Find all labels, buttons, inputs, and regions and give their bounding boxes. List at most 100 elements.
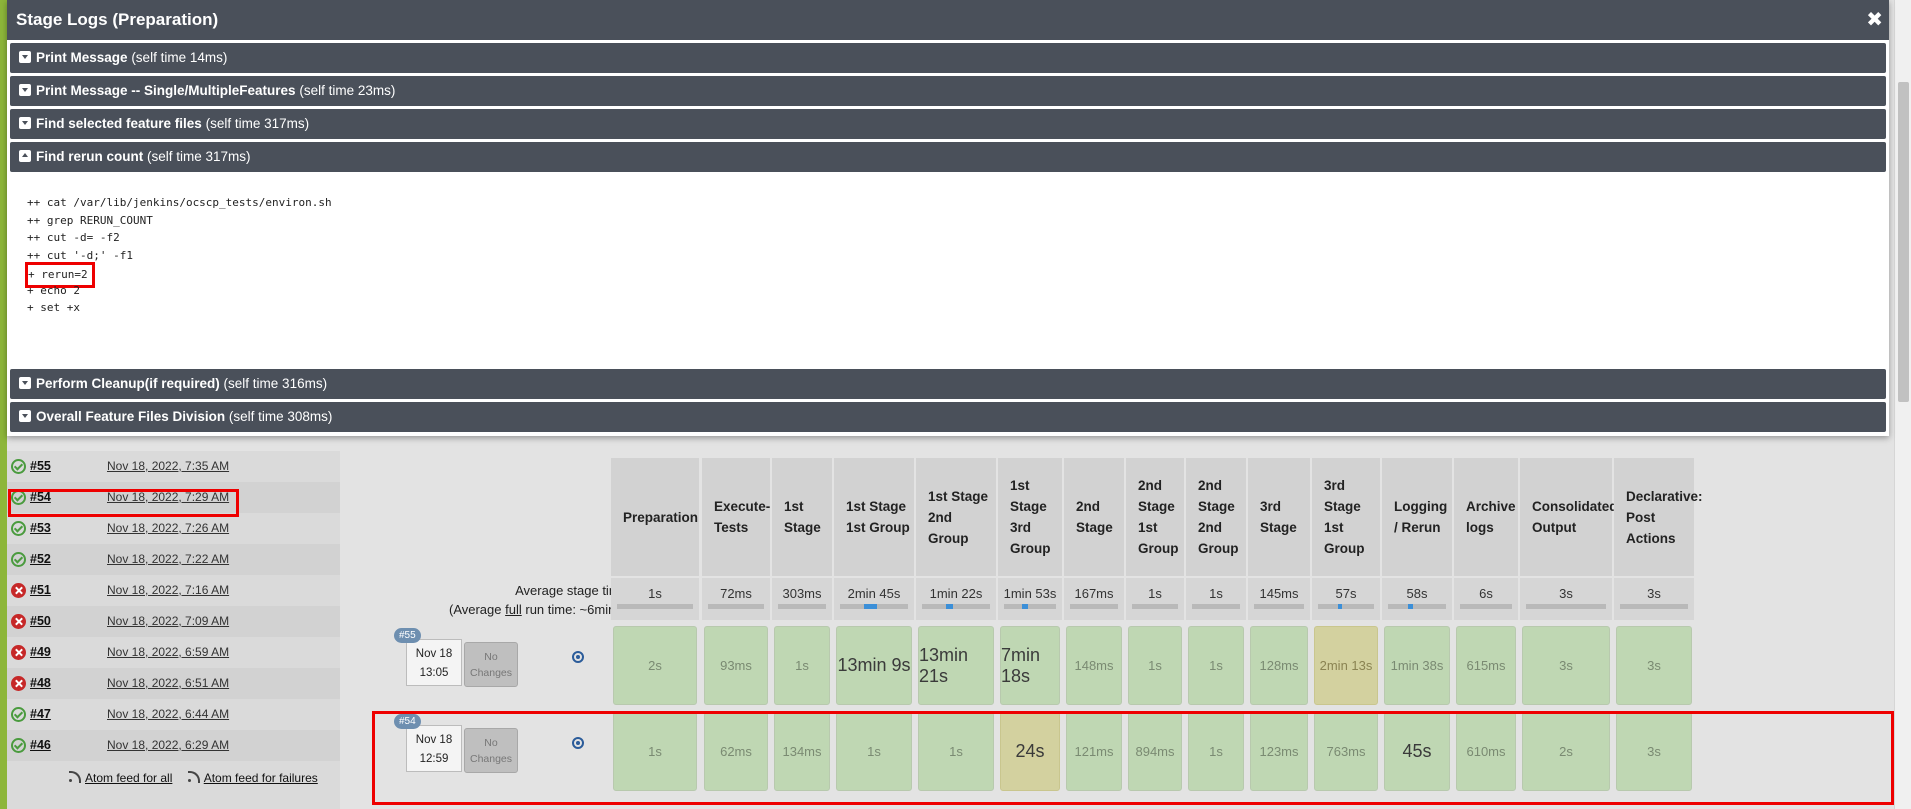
stage-cell[interactable]: 1s <box>836 712 912 791</box>
expand-icon[interactable] <box>19 117 31 129</box>
run-info-icon[interactable] <box>572 737 584 749</box>
log-step-header[interactable]: Overall Feature Files Division (self tim… <box>10 402 1886 432</box>
stage-cell[interactable]: 1s <box>1188 626 1244 705</box>
atom-feed-failures-link[interactable]: Atom feed for failures <box>204 771 318 785</box>
build-number-link[interactable]: #50 <box>30 614 51 628</box>
build-number-link[interactable]: #54 <box>30 490 51 504</box>
stage-header: Preparation <box>611 458 699 576</box>
log-line: ++ cut '-d;' -f1 <box>27 248 133 262</box>
run-info-icon[interactable] <box>572 651 584 663</box>
stage-cell[interactable]: 894ms <box>1128 712 1182 791</box>
stage-average-time: 1s <box>1186 578 1246 620</box>
expand-icon[interactable] <box>19 84 31 96</box>
build-number-link[interactable]: #55 <box>30 459 51 473</box>
build-date-link[interactable]: Nov 18, 2022, 7:26 AM <box>107 521 229 535</box>
stage-cell[interactable]: 2s <box>613 626 697 705</box>
step-log-output: ++ cat /var/lib/jenkins/ocscp_tests/envi… <box>10 172 1886 366</box>
build-number-link[interactable]: #51 <box>30 583 51 597</box>
build-number-link[interactable]: #53 <box>30 521 51 535</box>
stage-header: 1st Stage 3rd Group <box>998 458 1062 576</box>
stage-average-time: 303ms <box>772 578 832 620</box>
stage-cell[interactable]: 615ms <box>1456 626 1516 705</box>
stage-cell[interactable]: 1s <box>1188 712 1244 791</box>
atom-feed-all-link[interactable]: Atom feed for all <box>85 771 172 785</box>
build-date-link[interactable]: Nov 18, 2022, 7:35 AM <box>107 459 229 473</box>
full-run-link[interactable]: full <box>505 602 522 617</box>
build-number-link[interactable]: #48 <box>30 676 51 690</box>
step-self-time: (self time 23ms) <box>299 83 396 98</box>
vertical-scrollbar[interactable] <box>1894 0 1911 809</box>
expand-icon[interactable] <box>19 51 31 63</box>
stage-cell[interactable]: 763ms <box>1314 712 1378 791</box>
success-icon <box>11 490 26 505</box>
log-step-header[interactable]: Print Message (self time 14ms) <box>10 43 1886 73</box>
stage-cell[interactable]: 1s <box>1128 626 1182 705</box>
stage-cell[interactable]: 3s <box>1522 626 1610 705</box>
stage-cell[interactable]: 7min 18s <box>1000 626 1060 705</box>
step-self-time: (self time 308ms) <box>228 409 333 424</box>
stage-cell[interactable]: 610ms <box>1456 712 1516 791</box>
stage-cell[interactable]: 3s <box>1616 712 1692 791</box>
collapse-icon[interactable] <box>19 150 31 162</box>
close-icon[interactable]: ✖ <box>1866 0 1883 40</box>
stage-cell[interactable]: 13min 9s <box>836 626 912 705</box>
stage-cell[interactable]: 128ms <box>1250 626 1308 705</box>
log-line-row: + echo 2 <box>27 280 1886 298</box>
build-history: #46 Nov 18, 2022, 6:29 AM #47 Nov 18, 2022,… <box>7 451 340 809</box>
average-stage-times-label: Average stage times: (Average full run t… <box>448 583 637 617</box>
stage-cell[interactable]: 2s <box>1522 712 1610 791</box>
average-time-bar <box>1388 604 1446 609</box>
stage-cell[interactable]: 45s <box>1384 712 1450 791</box>
build-number-link[interactable]: #52 <box>30 552 51 566</box>
build-date-link[interactable]: Nov 18, 2022, 7:16 AM <box>107 583 229 597</box>
average-time-value: 3s <box>1559 586 1573 601</box>
build-date-link[interactable]: Nov 18, 2022, 6:51 AM <box>107 676 229 690</box>
stage-cell[interactable]: 1s <box>613 712 697 791</box>
average-time-value: 57s <box>1335 586 1357 601</box>
stage-header: 3rd Stage <box>1248 458 1310 576</box>
build-date-link[interactable]: Nov 18, 2022, 6:29 AM <box>107 738 229 752</box>
stage-cell[interactable]: 123ms <box>1250 712 1308 791</box>
log-step-header[interactable]: Find rerun count (self time 317ms) <box>10 142 1886 172</box>
stage-cell[interactable]: 93ms <box>704 626 768 705</box>
build-date-link[interactable]: Nov 18, 2022, 6:59 AM <box>107 645 229 659</box>
run-badge[interactable]: #55 <box>394 628 421 643</box>
stage-cell[interactable]: 1min 38s <box>1384 626 1450 705</box>
expand-icon[interactable] <box>19 410 31 422</box>
stage-cell[interactable]: 1s <box>918 712 994 791</box>
modal-title-bar: Stage Logs (Preparation) ✖ <box>7 0 1889 40</box>
run-date-box: Nov 18 13:05 <box>406 639 462 686</box>
log-step-header[interactable]: Perform Cleanup(if required) (self time … <box>10 369 1886 399</box>
stage-cell[interactable]: 24s <box>1000 712 1060 791</box>
average-time-bar <box>1192 604 1240 609</box>
stage-cell[interactable]: 13min 21s <box>918 626 994 705</box>
scrollbar-thumb[interactable] <box>1898 82 1909 402</box>
build-date-link[interactable]: Nov 18, 2022, 7:22 AM <box>107 552 229 566</box>
stage-cell[interactable]: 1s <box>774 626 830 705</box>
log-step-header[interactable]: Print Message -- Single/MultipleFeatures… <box>10 76 1886 106</box>
stage-cell[interactable]: 2min 13s <box>1314 626 1378 705</box>
build-date-link[interactable]: Nov 18, 2022, 7:29 AM <box>107 490 229 504</box>
rss-icon <box>69 771 82 783</box>
build-date-link[interactable]: Nov 18, 2022, 7:09 AM <box>107 614 229 628</box>
average-time-bar <box>1004 604 1056 609</box>
build-date-link[interactable]: Nov 18, 2022, 6:44 AM <box>107 707 229 721</box>
expand-icon[interactable] <box>19 377 31 389</box>
log-step-header[interactable]: Find selected feature files (self time 3… <box>10 109 1886 139</box>
build-number-link[interactable]: #46 <box>30 738 51 752</box>
stage-cell[interactable]: 121ms <box>1066 712 1122 791</box>
average-time-bar <box>840 604 908 609</box>
stage-cell[interactable]: 3s <box>1616 626 1692 705</box>
average-time-bar <box>1132 604 1178 609</box>
average-time-value: 1min 53s <box>1003 586 1057 601</box>
run-badge[interactable]: #54 <box>394 714 421 729</box>
log-line-row: ++ cut -d= -f2 <box>27 227 1886 245</box>
build-number-link[interactable]: #49 <box>30 645 51 659</box>
stage-cell[interactable]: 134ms <box>774 712 830 791</box>
stage-cell[interactable]: 148ms <box>1066 626 1122 705</box>
average-time-value: 145ms <box>1259 586 1299 601</box>
log-line: ++ grep RERUN_COUNT <box>27 213 153 227</box>
success-icon <box>11 459 26 474</box>
build-number-link[interactable]: #47 <box>30 707 51 721</box>
stage-cell[interactable]: 62ms <box>704 712 768 791</box>
